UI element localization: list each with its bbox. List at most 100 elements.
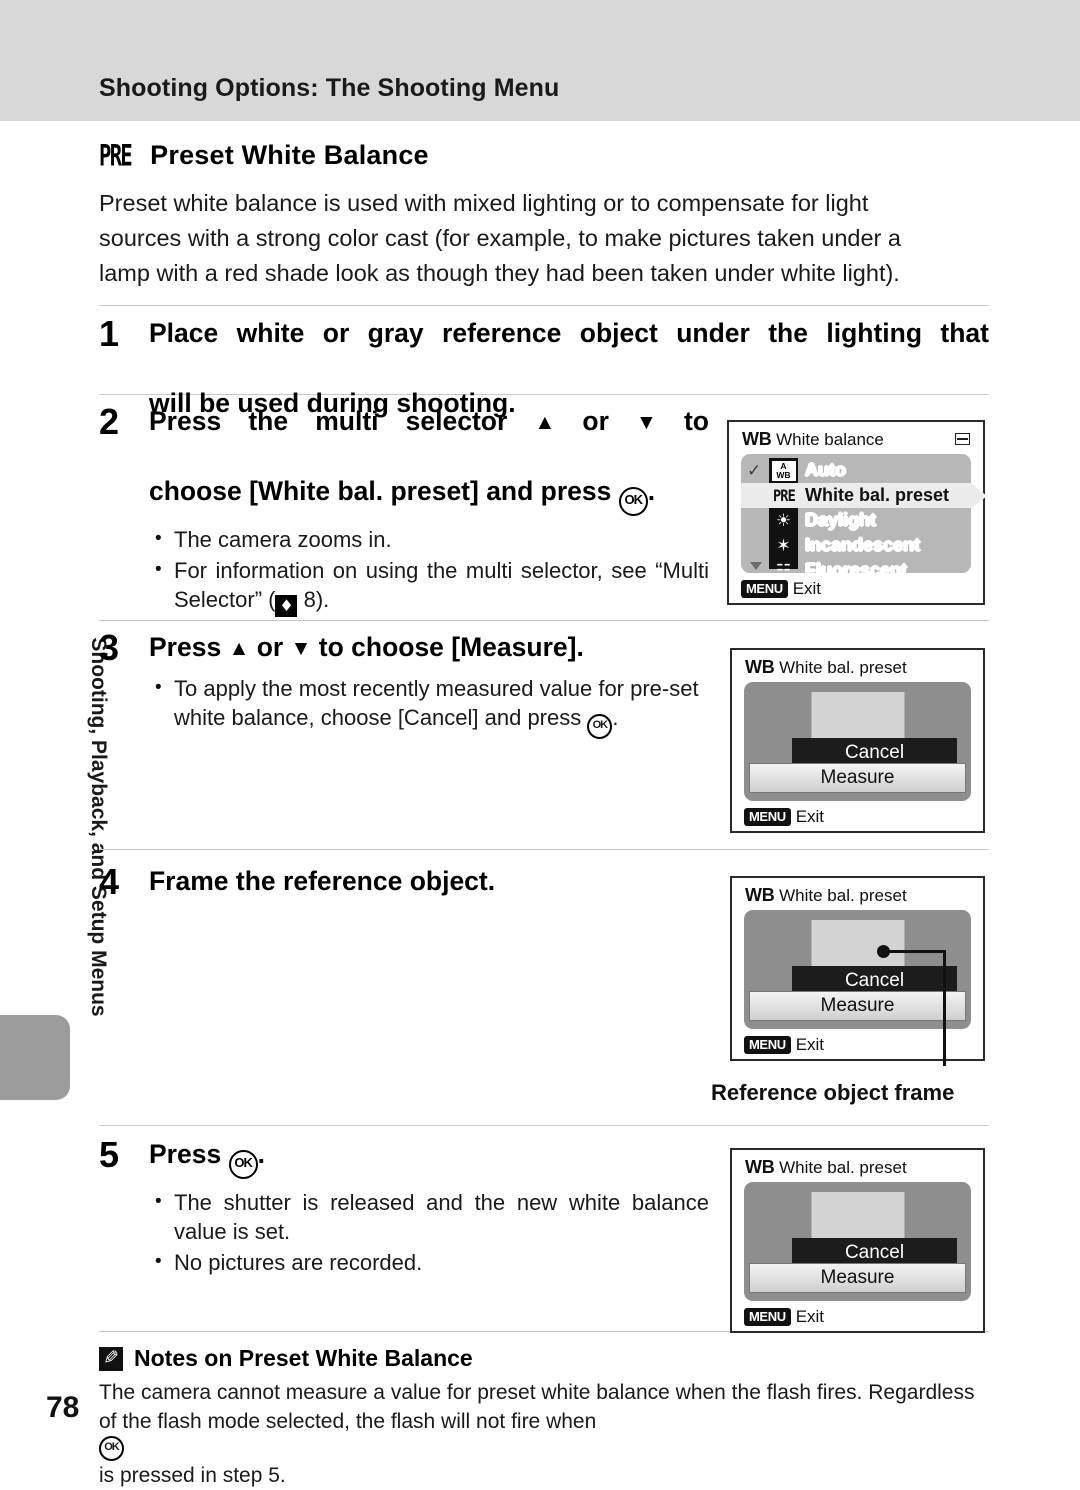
menu-button-chip: MENU: [741, 580, 788, 598]
daylight-icon: ☀: [775, 511, 792, 530]
wb-label: WB: [745, 1157, 775, 1177]
step-number: 5: [99, 1134, 120, 1175]
ok-button-icon: OK: [618, 487, 648, 516]
lcd-white-balance-menu: WB White balance ✓ A WB Auto PRE White b…: [727, 420, 987, 605]
awb-icon: A WB: [769, 459, 798, 482]
ok-button-icon: OK: [587, 714, 613, 739]
wb-label: WB: [742, 429, 772, 449]
divider: [99, 305, 989, 306]
menu-item-label: Auto: [805, 460, 846, 480]
battery-icon: [955, 433, 970, 445]
live-preview: Cancel Measure: [744, 910, 971, 1029]
step-number: 1: [99, 313, 120, 354]
scroll-down-icon[interactable]: [750, 562, 762, 570]
menu-button-chip: MENU: [744, 1036, 791, 1054]
pre-icon: PRE: [769, 484, 798, 507]
menu-item-label: Daylight: [805, 510, 877, 530]
intro-line-1: Preset white balance is used with mixed …: [99, 190, 869, 216]
measure-button[interactable]: Measure: [748, 762, 967, 793]
measure-button[interactable]: Measure: [748, 1262, 967, 1293]
step-title-line: Frame the reference object.: [149, 866, 496, 896]
step-bullet: To apply the most recently measured valu…: [149, 673, 709, 739]
step-title-line: Place white or gray reference object und…: [149, 318, 989, 348]
step-title-line: choose [White bal. preset] and press OK.: [149, 474, 709, 516]
pencil-note-icon: [99, 1346, 123, 1371]
up-arrow-icon: ▲: [228, 637, 250, 660]
exit-label: Exit: [795, 1307, 825, 1326]
multi-selector-icon: ♦: [275, 595, 298, 617]
menu-item-white-bal-preset[interactable]: PRE White bal. preset: [741, 483, 987, 509]
lcd-title-text: White bal. preset: [779, 658, 907, 677]
selection-arrow: [971, 483, 987, 509]
down-arrow-icon: ▼: [636, 411, 657, 434]
notes-line-2: of the flash mode selected, the flash wi…: [99, 1410, 597, 1487]
step-number: 4: [99, 861, 120, 902]
side-tab-label: Shooting, Playback, and Setup Menus: [87, 637, 110, 1017]
live-preview: Cancel Measure: [744, 1182, 971, 1301]
step-number: 2: [99, 401, 120, 442]
menu-item-daylight[interactable]: ☀ Daylight: [741, 508, 971, 533]
menu-item-auto[interactable]: ✓ A WB Auto: [741, 458, 971, 483]
menu-button-chip: MENU: [744, 1308, 791, 1326]
down-arrow-icon: ▼: [290, 637, 312, 660]
menu-item-label: Incandescent: [805, 535, 921, 555]
lcd-title-text: White bal. preset: [779, 886, 907, 905]
ok-button-icon: OK: [99, 1436, 124, 1461]
menu-panel: ✓ A WB Auto PRE White bal. preset ☀ Dayli…: [741, 454, 987, 580]
callout-leader-vertical: [943, 950, 946, 1066]
notes-body: The camera cannot measure a value for pr…: [99, 1378, 989, 1490]
step-title-line: Press the multi selector ▲ or ▼ to: [149, 406, 709, 436]
ok-button-icon: OK: [228, 1150, 258, 1179]
menu-exit-hint: MENU Exit: [744, 1307, 824, 1327]
notes-heading: Notes on Preset White Balance: [99, 1345, 473, 1372]
menu-item-label: White bal. preset: [805, 485, 950, 505]
wb-label: WB: [745, 657, 775, 677]
section-title: Preset White Balance: [150, 140, 429, 170]
step-bullet: No pictures are recorded.: [149, 1247, 709, 1277]
lcd-title-text: White balance: [776, 430, 884, 449]
exit-label: Exit: [795, 807, 825, 826]
exit-label: Exit: [795, 1035, 825, 1054]
step-title-line: Press ▲ or ▼ to choose [Measure].: [149, 632, 584, 662]
intro-line-2: sources with a strong color cast (for ex…: [99, 225, 901, 251]
lcd-title: WB White bal. preset: [745, 657, 907, 678]
callout-leader-horizontal: [884, 950, 946, 953]
check-icon: ✓: [747, 461, 762, 480]
menu-exit-hint: MENU Exit: [741, 579, 821, 599]
side-tab-marker: [0, 1015, 70, 1100]
lcd-title: WB White balance: [742, 429, 884, 450]
divider: [99, 620, 989, 621]
menu-button-chip: MENU: [744, 808, 791, 826]
lcd-white-bal-preset-step5: WB White bal. preset Cancel Measure MENU…: [730, 1148, 985, 1333]
intro-line-3: lamp with a red shade look as though the…: [99, 260, 900, 286]
menu-exit-hint: MENU Exit: [744, 807, 824, 827]
lcd-white-bal-preset-step3: WB White bal. preset Cancel Measure MENU…: [730, 648, 985, 833]
manual-page: Shooting Options: The Shooting Menu Shoo…: [0, 0, 1080, 1487]
notes-title: Notes on Preset White Balance: [134, 1345, 473, 1371]
menu-exit-hint: MENU Exit: [744, 1035, 824, 1055]
menu-item-label: Fluorescent: [805, 560, 908, 580]
incandescent-icon: ✶: [776, 536, 791, 555]
up-arrow-icon: ▲: [534, 411, 556, 434]
exit-label: Exit: [792, 579, 822, 598]
menu-item-incandescent[interactable]: ✶ Incandescent: [741, 533, 971, 558]
pre-icon: PRE: [99, 138, 133, 173]
step-bullet: The shutter is released and the new whit…: [149, 1187, 709, 1246]
notes-line-1: The camera cannot measure a value for pr…: [99, 1381, 975, 1404]
wb-label: WB: [745, 885, 775, 905]
running-head-title: Shooting Options: The Shooting Menu: [99, 74, 560, 102]
step-bullet: The camera zooms in.: [149, 524, 709, 554]
lcd-title-text: White bal. preset: [779, 1158, 907, 1177]
section-heading: PRE Preset White Balance: [99, 140, 429, 171]
lcd-title: WB White bal. preset: [745, 1157, 907, 1178]
lcd-title: WB White bal. preset: [745, 885, 907, 906]
live-preview: Cancel Measure: [744, 682, 971, 801]
measure-button[interactable]: Measure: [748, 990, 967, 1021]
step-title-line: Press OK.: [149, 1137, 709, 1179]
page-number: 78: [46, 1391, 80, 1424]
callout-label: Reference object frame: [711, 1080, 955, 1105]
intro-paragraph: Preset white balance is used with mixed …: [99, 186, 989, 291]
step-number: 3: [99, 627, 120, 668]
divider: [99, 849, 989, 850]
divider: [99, 1125, 989, 1126]
